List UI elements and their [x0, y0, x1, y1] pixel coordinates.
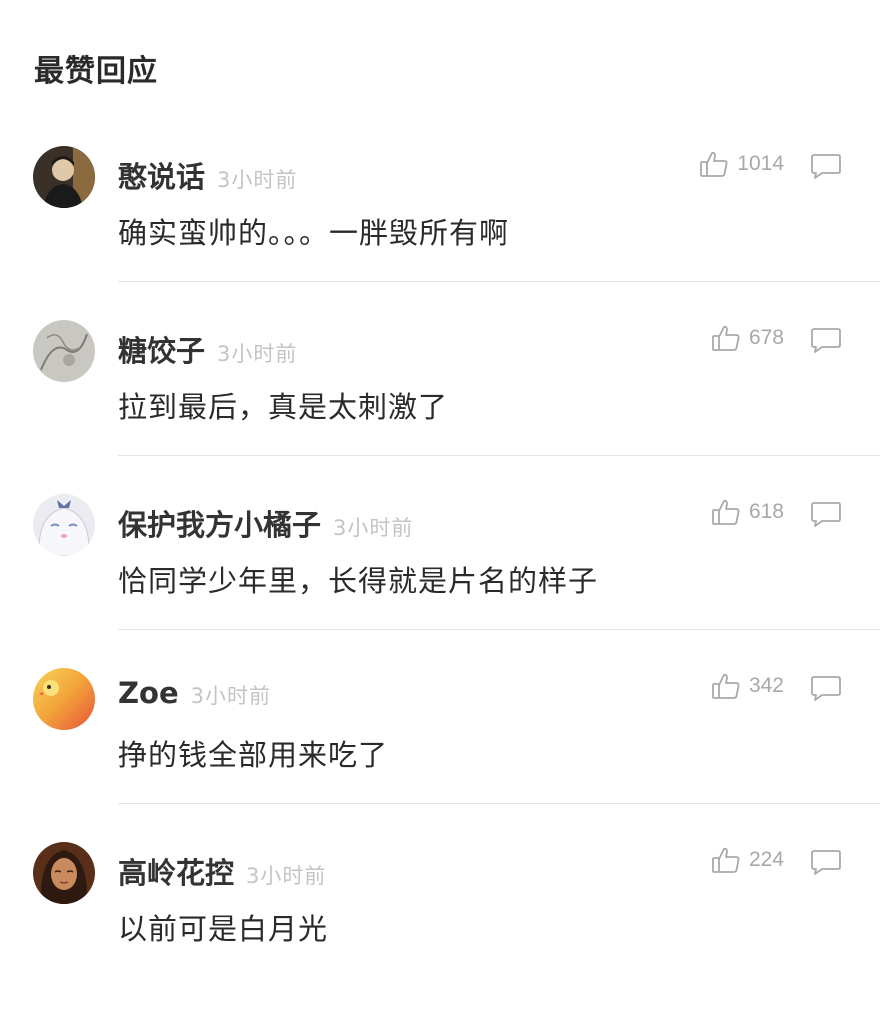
username[interactable]: 高岭花控 3小时前	[118, 850, 326, 892]
like-button[interactable]: 618	[711, 494, 784, 530]
divider	[118, 803, 880, 804]
avatar[interactable]	[33, 668, 95, 730]
like-button[interactable]: 342	[711, 668, 784, 704]
timestamp: 3小时前	[333, 516, 414, 540]
avatar[interactable]	[33, 842, 95, 904]
speech-bubble-icon[interactable]	[810, 674, 842, 702]
timestamp: 3小时前	[217, 168, 298, 192]
like-button[interactable]: 224	[711, 842, 784, 878]
speech-bubble-icon[interactable]	[810, 326, 842, 354]
comment-text: 挣的钱全部用来吃了	[118, 738, 389, 772]
comment-text: 以前可是白月光	[118, 912, 329, 946]
timestamp: 3小时前	[246, 864, 327, 888]
timestamp: 3小时前	[217, 342, 298, 366]
like-count: 618	[748, 500, 784, 523]
speech-bubble-icon[interactable]	[810, 848, 842, 876]
thumbs-up-icon	[711, 845, 741, 875]
comment-item: 高岭花控 3小时前 224 以前可是白月光	[0, 838, 880, 1013]
comment-item: 憨说话 3小时前 1014 确实蛮帅的。。。一胖毁所有啊	[0, 142, 880, 317]
comment-text: 确实蛮帅的。。。一胖毁所有啊	[118, 216, 510, 250]
comment-text: 拉到最后，真是太刺激了	[118, 390, 449, 424]
thumbs-up-icon	[711, 323, 741, 353]
speech-bubble-icon[interactable]	[810, 500, 842, 528]
divider	[118, 455, 880, 456]
divider	[118, 629, 880, 630]
thumbs-up-icon	[699, 149, 729, 179]
like-count: 342	[748, 674, 784, 697]
like-count: 678	[748, 326, 784, 349]
like-button[interactable]: 1014	[699, 146, 784, 182]
like-button[interactable]: 678	[711, 320, 784, 356]
section-title: 最赞回应	[34, 54, 158, 89]
divider	[118, 281, 880, 282]
comment-item: Zoe 3小时前 342 挣的钱全部用来吃了	[0, 664, 880, 839]
avatar[interactable]	[33, 494, 95, 556]
username[interactable]: 糖饺子 3小时前	[118, 328, 297, 370]
thumbs-up-icon	[711, 497, 741, 527]
comment-text: 恰同学少年里，长得就是片名的样子	[118, 564, 599, 598]
timestamp: 3小时前	[190, 684, 271, 708]
speech-bubble-icon[interactable]	[810, 152, 842, 180]
comment-item: 糖饺子 3小时前 678 拉到最后，真是太刺激了	[0, 316, 880, 491]
avatar[interactable]	[33, 146, 95, 208]
comment-item: 保护我方小橘子 3小时前 618 恰同学少年里，长得就是片名的样子	[0, 490, 880, 665]
like-count: 1014	[737, 152, 784, 175]
thumbs-up-icon	[711, 671, 741, 701]
username[interactable]: 憨说话 3小时前	[118, 154, 297, 196]
username[interactable]: 保护我方小橘子 3小时前	[118, 502, 413, 544]
like-count: 224	[748, 848, 784, 871]
avatar[interactable]	[33, 320, 95, 382]
username[interactable]: Zoe 3小时前	[118, 676, 271, 710]
